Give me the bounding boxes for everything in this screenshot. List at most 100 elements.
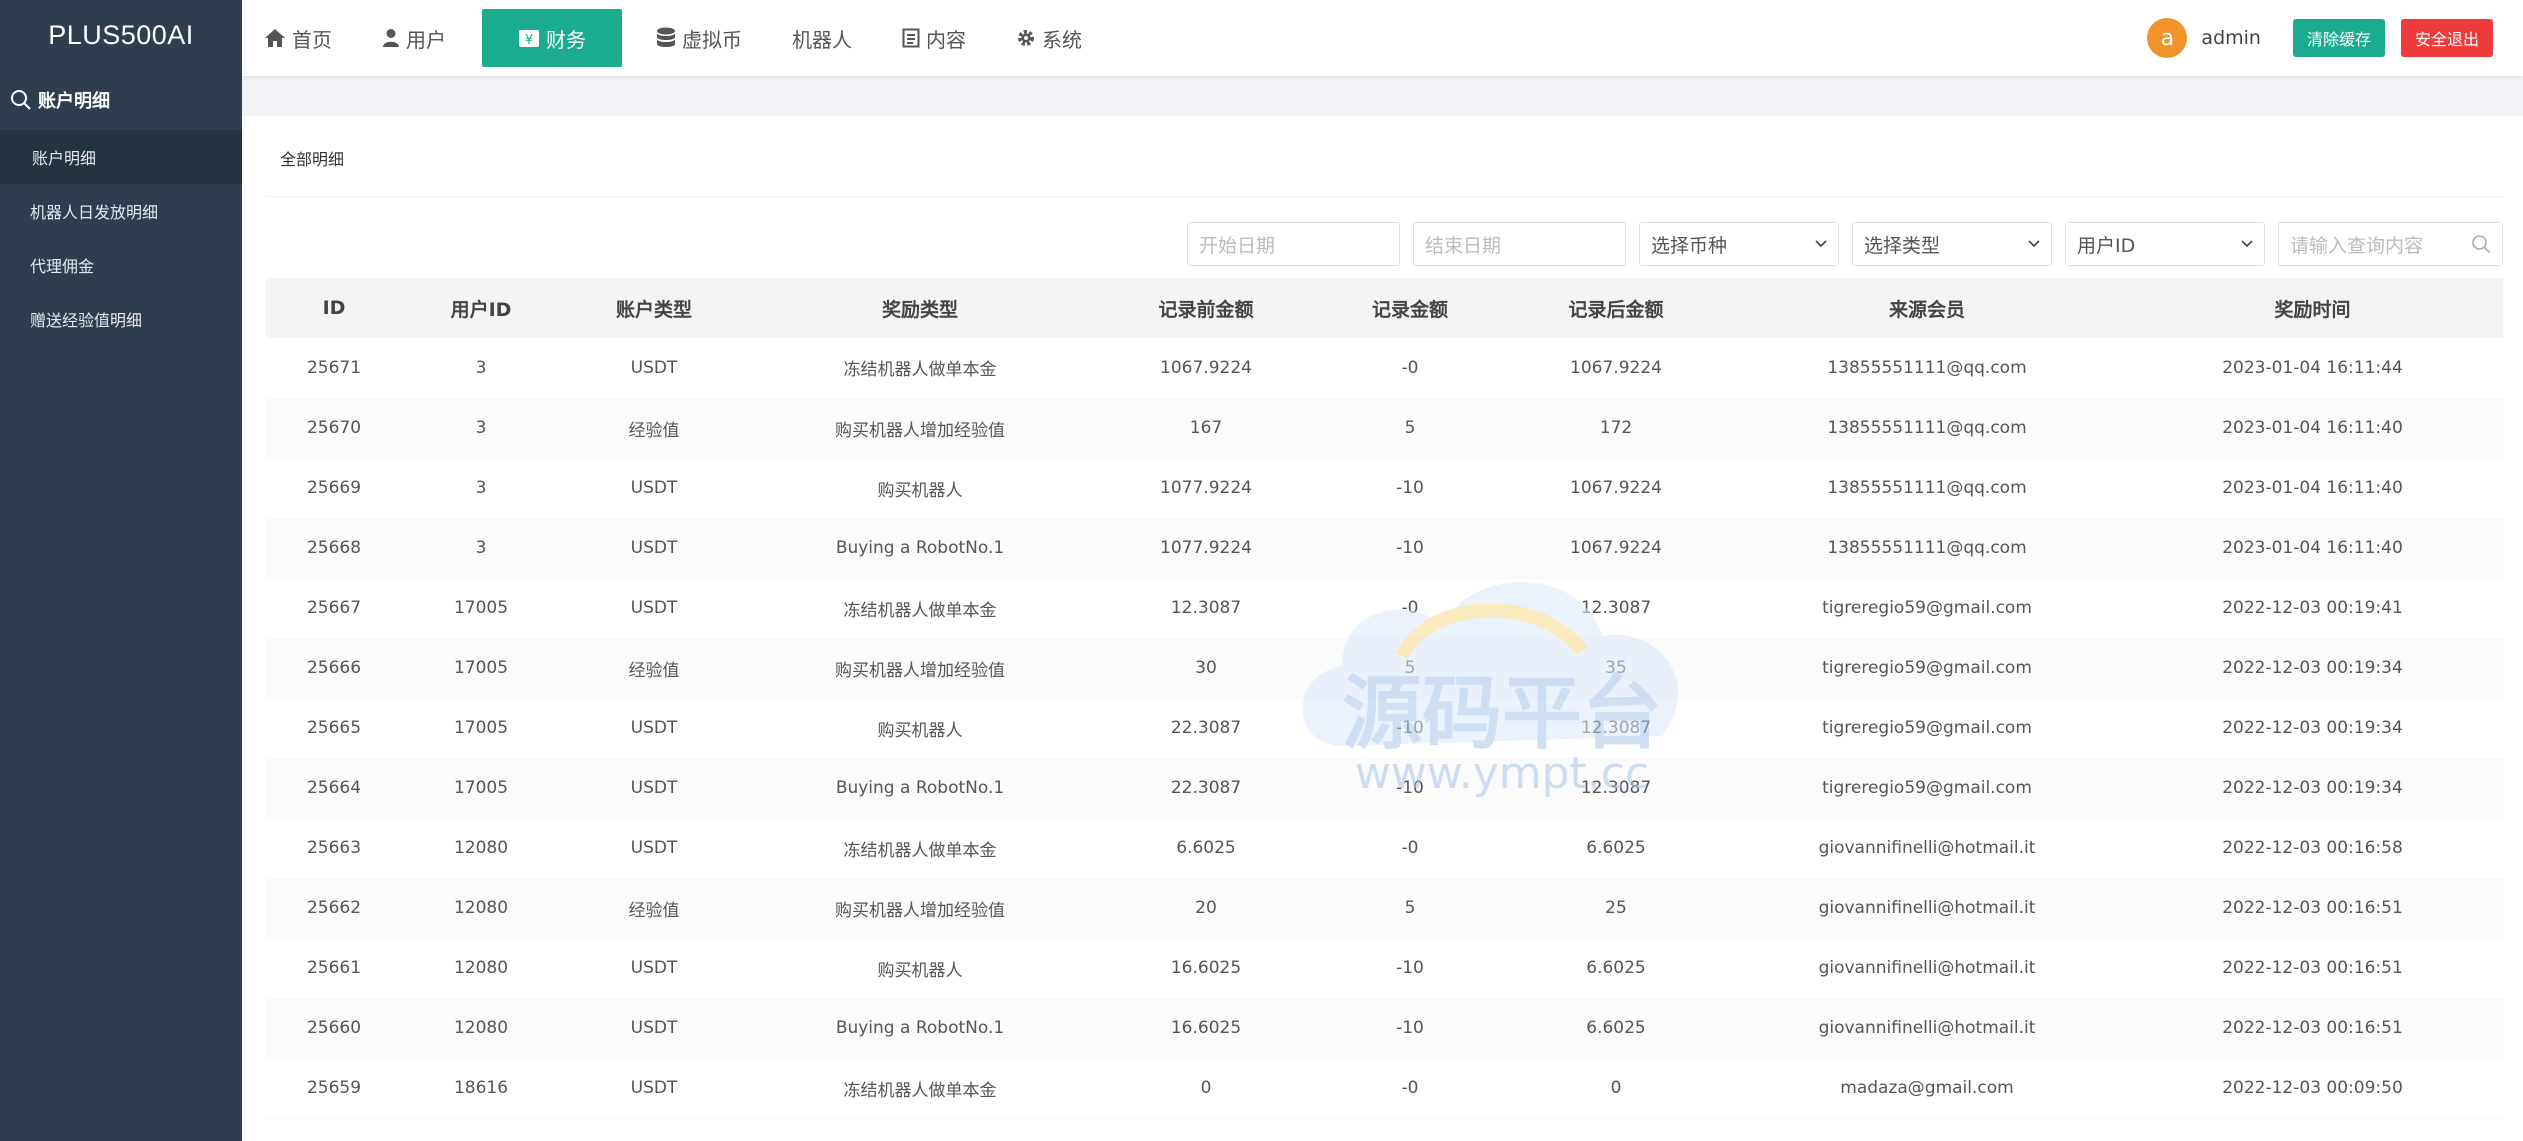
- cell-user-id: 3: [402, 338, 560, 399]
- cell-account-type: 经验值: [560, 398, 748, 459]
- sidebar-item-agent-commission[interactable]: 代理佣金: [0, 238, 242, 292]
- database-icon: [657, 27, 675, 47]
- table-row: 25669 3 USDT 购买机器人 1077.9224 -10 1067.9224 1385…: [266, 458, 2503, 519]
- cell-reward-type: 购买机器人: [748, 458, 1092, 519]
- table-row: 25665 17005 USDT 购买机器人 22.3087 -10 12.3087 tigr…: [266, 698, 2503, 759]
- cell-amount: -10: [1320, 518, 1500, 579]
- cell-id: 25666: [266, 638, 402, 699]
- cell-amount-before: 30: [1092, 638, 1320, 699]
- cell-account-type: 经验值: [560, 878, 748, 939]
- cell-amount: -10: [1320, 458, 1500, 519]
- cell-amount: -0: [1320, 578, 1500, 639]
- cell-amount-before: 1067.9224: [1092, 338, 1320, 399]
- admin-name[interactable]: admin: [2201, 27, 2261, 49]
- user-id-select[interactable]: 用户ID: [2065, 222, 2265, 266]
- cell-user-id: 17005: [402, 578, 560, 639]
- sidebar-heading-label: 账户明细: [38, 91, 110, 112]
- nav-crypto[interactable]: 虚拟币: [634, 9, 764, 67]
- cell-amount-before: 22.3087: [1092, 698, 1320, 759]
- search-input[interactable]: 请输入查询内容: [2278, 222, 2503, 266]
- cell-amount-after: 12.3087: [1500, 758, 1732, 819]
- cell-amount-after: 12.3087: [1500, 698, 1732, 759]
- cell-user-id: 17005: [402, 698, 560, 759]
- cell-account-type: USDT: [560, 938, 748, 999]
- cell-amount-after: 12.3087: [1500, 578, 1732, 639]
- nav-finance-label: 财务: [546, 27, 586, 52]
- main-nav: 首页 用户 ¥ 财务 虚拟币 机器人 内容 系统: [242, 0, 1110, 76]
- cell-source-member: 13855551111@qq.com: [1732, 338, 2122, 399]
- cell-amount-before: 22.3087: [1092, 758, 1320, 819]
- table-row: 25661 12080 USDT 购买机器人 16.6025 -10 6.6025 giova…: [266, 938, 2503, 999]
- cell-id: 25665: [266, 698, 402, 759]
- user-icon: [383, 29, 399, 47]
- chevron-down-icon: [2241, 240, 2253, 248]
- cell-reward-type: 冻结机器人做单本金: [748, 1058, 1092, 1119]
- cell-reward-time: 2022-12-03 00:16:51: [2122, 878, 2503, 939]
- cell-amount-before: 12.3087: [1092, 578, 1320, 639]
- cell-reward-time: 2022-12-03 00:19:41: [2122, 578, 2503, 639]
- sidebar-item-robot-daily[interactable]: 机器人日发放明细: [0, 184, 242, 238]
- cell-id: 25668: [266, 518, 402, 579]
- cell-account-type: USDT: [560, 998, 748, 1059]
- table-row: 25666 17005 经验值 购买机器人增加经验值 30 5 35 tigreregio59…: [266, 638, 2503, 699]
- cell-amount-after: 6.6025: [1500, 998, 1732, 1059]
- start-date-placeholder: 开始日期: [1199, 234, 1276, 257]
- sidebar-item-label: 代理佣金: [30, 257, 95, 276]
- table-header-row: ID 用户ID 账户类型 奖励类型 记录前金额 记录金额 记录后金额 来源会员 …: [266, 278, 2503, 338]
- cell-account-type: USDT: [560, 338, 748, 399]
- cell-reward-type: 购买机器人: [748, 938, 1092, 999]
- cell-amount: -0: [1320, 338, 1500, 399]
- nav-robot[interactable]: 机器人: [770, 9, 874, 67]
- end-date-input[interactable]: 结束日期: [1413, 222, 1626, 266]
- type-select-value: 选择类型: [1864, 234, 1941, 257]
- cell-user-id: 12080: [402, 878, 560, 939]
- currency-select-value: 选择币种: [1651, 234, 1728, 257]
- cell-account-type: USDT: [560, 818, 748, 879]
- header-amount: 记录金额: [1320, 278, 1500, 338]
- nav-content[interactable]: 内容: [880, 9, 988, 67]
- search-icon[interactable]: [2471, 234, 2491, 254]
- cell-reward-time: 2023-01-04 16:11:40: [2122, 518, 2503, 579]
- table-row: 25668 3 USDT Buying a RobotNo.1 1077.9224 -10…: [266, 518, 2503, 579]
- clear-cache-button[interactable]: 清除缓存: [2292, 19, 2385, 57]
- cell-source-member: giovannifinelli@hotmail.it: [1732, 938, 2122, 999]
- logout-button[interactable]: 安全退出: [2400, 19, 2493, 57]
- type-select[interactable]: 选择类型: [1852, 222, 2052, 266]
- nav-finance[interactable]: ¥ 财务: [482, 9, 622, 67]
- sidebar: PLUS500AI 账户明细 账户明细 机器人日发放明细 代理佣金 赠送经验值明…: [0, 0, 242, 1141]
- avatar[interactable]: a: [2147, 18, 2188, 58]
- table-row: 25664 17005 USDT Buying a RobotNo.1 22.3087-…: [266, 758, 2503, 819]
- cell-amount-before: 20: [1092, 878, 1320, 939]
- search-icon: [11, 90, 31, 110]
- cell-amount: -0: [1320, 818, 1500, 879]
- table-row: 25662 12080 经验值 购买机器人增加经验值 20 5 25 giovannifine…: [266, 878, 2503, 939]
- currency-select[interactable]: 选择币种: [1639, 222, 1839, 266]
- nav-user-label: 用户: [406, 27, 446, 52]
- cell-reward-time: 2022-12-03 00:16:58: [2122, 818, 2503, 879]
- nav-system[interactable]: 系统: [994, 9, 1104, 67]
- table-row: 25663 12080 USDT 冻结机器人做单本金 6.6025 -0 6.6025 gio…: [266, 818, 2503, 879]
- cell-amount: 5: [1320, 638, 1500, 699]
- cell-amount-before: 1077.9224: [1092, 458, 1320, 519]
- sidebar-item-account-detail[interactable]: 账户明细: [0, 130, 242, 184]
- cell-user-id: 17005: [402, 758, 560, 819]
- header-amount-before: 记录前金额: [1092, 278, 1320, 338]
- cell-reward-type: 冻结机器人做单本金: [748, 818, 1092, 879]
- nav-user[interactable]: 用户: [360, 9, 468, 67]
- cell-source-member: tigreregio59@gmail.com: [1732, 578, 2122, 639]
- header-reward-type: 奖励类型: [748, 278, 1092, 338]
- cell-user-id: 17005: [402, 638, 560, 699]
- cell-reward-type: Buying a RobotNo.1: [748, 518, 1092, 579]
- sidebar-item-bonus-exp[interactable]: 赠送经验值明细: [0, 292, 242, 346]
- cell-reward-time: 2022-12-03 00:16:51: [2122, 938, 2503, 999]
- nav-home[interactable]: 首页: [242, 9, 354, 67]
- cell-user-id: 12080: [402, 998, 560, 1059]
- cell-source-member: 13855551111@qq.com: [1732, 458, 2122, 519]
- cell-reward-type: Buying a RobotNo.1: [748, 758, 1092, 819]
- cell-amount-after: 1067.9224: [1500, 458, 1732, 519]
- nav-content-label: 内容: [926, 27, 966, 52]
- header-source-member: 来源会员: [1732, 278, 2122, 338]
- start-date-input[interactable]: 开始日期: [1187, 222, 1400, 266]
- document-icon: [902, 28, 920, 48]
- cell-id: 25662: [266, 878, 402, 939]
